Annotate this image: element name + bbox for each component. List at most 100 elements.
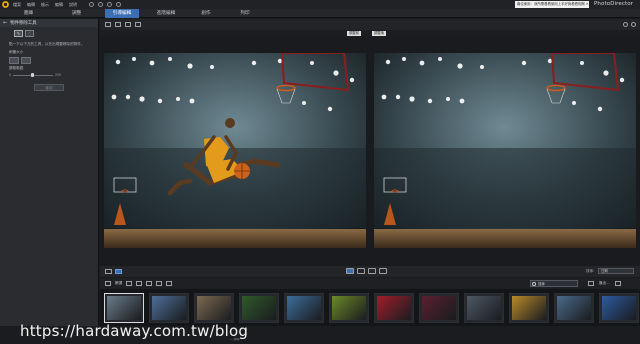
eraser-tool-button[interactable]: ◌ [25,30,34,37]
viewer-toolbar [100,19,640,30]
side-by-side-icon[interactable] [105,269,112,274]
thumbnail-image [602,296,636,320]
tab-library[interactable]: 圖庫 [24,10,33,16]
sort-select[interactable]: 日期 [598,268,634,274]
thumbnail-image [467,296,501,320]
menu-edit-2[interactable]: 編輯 [55,2,63,8]
thumbnail-bottles[interactable] [194,293,234,323]
spread-slider-row: 0 250 [0,72,98,78]
thumbnail-image [197,296,231,320]
thumbnail-image [287,296,321,320]
thumbnail-red-flower[interactable] [374,293,414,323]
filmstrip-toolbar: 篩選 搜尋 匯出... [100,278,640,289]
thumbnail-forest[interactable] [239,293,279,323]
brush-large-button[interactable] [9,57,19,64]
before-photo [104,53,366,248]
thumbnail-spiral[interactable] [509,293,549,323]
panel-hint: 點一下以下方的工具，以在出現要移除的物件。 [9,42,85,46]
menu-edit[interactable]: 編輯 [27,2,35,8]
viewer-bottom-controls: 排序: 日期 [100,266,640,277]
back-arrow-icon[interactable]: ← [3,20,7,26]
undo-icon[interactable] [89,2,94,7]
split-view-icon[interactable] [115,269,122,274]
menu-file[interactable]: 檔案 [13,2,21,8]
account-icon[interactable] [116,2,121,7]
settings-icon[interactable] [107,2,112,7]
rating-tools [346,268,387,274]
filmstrip [100,289,640,326]
search-placeholder: 搜尋 [538,282,545,286]
filter-label[interactable]: 篩選 [115,281,122,286]
export-button[interactable]: 匯出... [599,281,610,286]
tab-adjust[interactable]: 調整 [72,10,81,16]
menu-help[interactable]: 說明 [69,2,77,8]
thumbnail-image [332,296,366,320]
thumbnail-blue[interactable] [599,293,639,323]
view-toggle-group [105,269,122,274]
title-bar: 檔案 編輯 檢示 編輯 說明 最佳使用：我所需看看使用上手好與看看相關 ✕ Ph… [0,0,640,9]
tag-icon[interactable] [126,281,133,286]
compare-view-icon[interactable] [125,22,131,27]
folder-icon[interactable] [156,281,163,286]
before-label: 調整前 [347,31,362,36]
thumbnail-image [512,296,546,320]
apply-button[interactable]: 套用 [34,84,64,91]
quick-toolbar [89,2,121,7]
filmstrip-tools: 篩選 [105,281,173,286]
panel-title: 物件移除工具 [10,21,37,26]
slider-knob[interactable] [31,73,35,77]
thumbnail-image [242,296,276,320]
before-photo-pane[interactable] [104,53,366,248]
watermark: https://hardaway.com.tw/blog [20,322,249,340]
redo-icon[interactable] [98,2,103,7]
rotate-left-icon[interactable] [105,281,111,286]
more-icon[interactable] [166,281,173,286]
tab-advanced-edit[interactable]: 進階編輯 [148,9,184,18]
tab-print[interactable]: 列印 [232,9,258,18]
brush-tool-button[interactable]: ✎ [14,30,23,37]
viewer-tools-right [623,22,636,27]
app-logo-icon [2,1,9,8]
thumbnail-flowers[interactable] [329,293,369,323]
thumbnail-mountain[interactable] [464,293,504,323]
thumbnail-image [152,296,186,320]
import-icon[interactable] [588,281,594,286]
mode-bar: 圖庫 調整 引導編輯 進階編輯 創作 列印 [0,9,640,18]
slider-min-label: 0 [9,73,12,77]
thumbnail-dark-flower[interactable] [419,293,459,323]
spread-label: 擴散範圍 [9,66,24,70]
before-after-bar: 調整前 調整後 [100,30,640,37]
star-icon[interactable] [368,268,376,274]
search-icon [532,282,536,286]
flag-icon[interactable] [346,268,354,274]
search-input[interactable]: 搜尋 [530,280,578,287]
list-view-icon[interactable] [115,22,121,27]
spread-slider[interactable] [13,73,54,77]
slider-max-label: 250 [55,73,62,77]
thumbnail-image [107,296,141,320]
notification-banner[interactable]: 最佳使用：我所需看看使用上手好與看看相關 ✕ [515,1,589,8]
tab-guided-edit[interactable]: 引導編輯 [105,9,139,18]
thumbnail-image [557,296,591,320]
grid-view-icon[interactable] [105,22,111,27]
brush-size-label: 刷筆大小 [9,50,24,54]
reject-icon[interactable] [357,268,365,274]
thumbnail-basketball[interactable] [104,293,144,323]
zoom-icon[interactable] [623,22,628,27]
share-icon[interactable] [614,281,621,286]
fit-icon[interactable] [631,22,636,27]
thumbnail-people[interactable] [554,293,594,323]
view-mode-icon[interactable] [136,281,143,286]
menu-view[interactable]: 檢示 [41,2,49,8]
single-view-icon[interactable] [135,22,141,27]
tool-buttons: ✎ ◌ [0,27,98,40]
after-photo-pane[interactable] [374,53,636,248]
tab-create[interactable]: 創作 [193,9,219,18]
color-label-icon[interactable] [379,268,387,274]
brush-small-button[interactable] [21,57,31,64]
brand-title: PhotoDirector [594,1,634,7]
edit-icon[interactable] [146,281,153,286]
thumbnail-coast[interactable] [284,293,324,323]
brush-presets [0,56,98,65]
thumbnail-statue[interactable] [149,293,189,323]
